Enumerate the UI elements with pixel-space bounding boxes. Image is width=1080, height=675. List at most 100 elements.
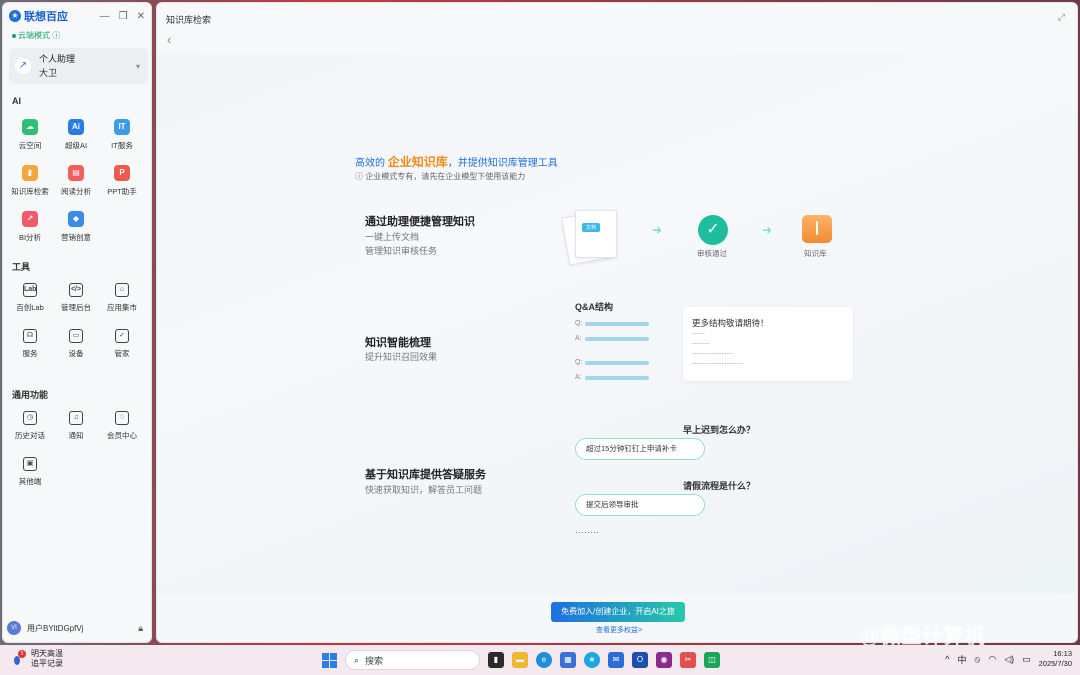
sidebar-item-label: 云空间 [18,141,42,150]
qa-bar [585,361,649,365]
chat-question: 请假流程是什么？ [683,481,756,491]
feature-icon: ☁ [22,119,38,135]
user-bar[interactable]: VI 用户BYltDGpfVj 🔒︎ [7,620,143,636]
feature-icon: ↗ [22,211,38,227]
mode-indicator[interactable]: 云端模式 ⓘ [12,30,60,41]
section-title-tools: 工具 [12,262,31,272]
sidebar-item-4[interactable]: ▭ 设备 [53,329,99,359]
feature-desc-qa-service: 快速获取知识，解答员工问题 [365,485,483,495]
mode-label: 云端模式 [18,31,50,40]
file-explorer-icon[interactable]: ▬ [512,652,528,668]
hero-title: 高效的 企业知识库，并提供知识库管理工具 [355,153,558,170]
clock-date: 2025/7/30 [1038,659,1072,668]
sidebar-item-2[interactable]: IT IT服务 [99,119,145,151]
qa-bar [585,337,649,341]
chevron-up-icon[interactable]: ^ [945,654,949,664]
feature-icon: </> [69,283,83,297]
window-controls: — ❐ ✕ [100,11,145,22]
feature-icon: ▣ [23,457,37,471]
outlook-icon[interactable]: O [632,652,648,668]
sidebar-item-label: 服务 [22,349,38,358]
input-mode-icon[interactable]: ⦸ [974,654,980,665]
feature-title-qa-service: 基于知识库提供答疑服务 [365,469,486,481]
hero-highlight: 企业知识库 [387,155,448,169]
volume-icon[interactable]: ◁) [1004,654,1014,665]
camera-app-icon[interactable]: ◉ [656,652,672,668]
ime-indicator[interactable]: 中 [957,653,966,666]
feature-icon: ⌂ [115,283,129,297]
taskbar-search[interactable]: ⌕ 搜索 [345,650,480,670]
more-structures-text: 更多结构敬请期待！ [692,318,769,328]
feature-icon: P [114,165,130,181]
taskbar-apps: ⌕ 搜索 ▮ ▬ e ▦ ★ ✉ O ◉ ✂ ◫ [322,650,720,670]
edge-browser-icon[interactable]: e [536,652,552,668]
sidebar-item-3[interactable]: ☊ 服务 [7,329,53,359]
chat-answer-bubble: 超过15分钟钉钉上申请补卡 [575,438,705,460]
chat-answer-bubble: 提交后领导审批 [575,494,705,516]
sidebar-item-label: 设备 [68,349,84,358]
snipping-tool-icon[interactable]: ✂ [680,652,696,668]
feature-desc-line: 管理知识审核任务 [365,246,438,256]
sidebar-item-0[interactable]: ◷ 历史对话 [7,411,53,441]
sidebar-item-0[interactable]: Lab 百创Lab [7,283,53,313]
qa-bar [585,322,649,326]
sidebar-item-1[interactable]: </> 管理后台 [53,283,99,313]
document-stack-icon: 文档 [561,210,625,266]
sidebar-item-1[interactable]: ♫ 通知 [53,411,99,441]
arrow-right-icon: ➜ [762,223,773,237]
clock[interactable]: 16:13 2025/7/30 [1039,649,1072,669]
sidebar-item-label: 阅读分析 [61,187,91,196]
sidebar-item-3[interactable]: ▮ 知识库检索 [7,165,53,197]
hero-post: ，并提供知识库管理工具 [447,158,558,169]
task-view-icon[interactable]: ▮ [488,652,504,668]
sidebar-item-5[interactable]: ✓ 管家 [99,329,145,359]
sidebar-item-0[interactable]: ☁ 云空间 [7,119,53,151]
sidebar-item-5[interactable]: P PPT助手 [99,165,145,197]
wechat-icon[interactable]: ◫ [704,652,720,668]
sidebar-item-label: PPT助手 [107,187,137,196]
qa-q-label: Q: [575,320,583,327]
view-more-benefits-link[interactable]: 查看更多权益> [596,625,642,635]
flow-step-approved: 审核通过 [697,249,727,258]
sidebar-item-1[interactable]: Ai 超级AI [53,119,99,151]
feature-desc-organize: 提升知识召回效果 [365,352,438,362]
sidebar-item-2[interactable]: ♢ 会员中心 [99,411,145,441]
sidebar-item-6[interactable]: ↗ BI分析 [7,211,53,243]
mail-icon[interactable]: ✉ [608,652,624,668]
qa-structure-title: Q&A结构 [575,302,613,312]
feature-icon: ▤ [68,165,84,181]
store-icon[interactable]: ▦ [560,652,576,668]
sidebar-item-4[interactable]: ▤ 阅读分析 [53,165,99,197]
search-icon: ⌕ [354,654,360,665]
sidebar-item-7[interactable]: ◆ 营销创意 [53,211,99,243]
section-title-general: 通用功能 [12,390,49,400]
restore-icon[interactable]: ❐ [119,11,128,22]
feature-desc-line: 一键上传文档 [365,232,420,242]
page-title: 知识库检索 [166,15,212,25]
hero-note: ⓘ 企业模式专有，请先在企业模型下使用该能力 [355,171,525,182]
wifi-icon[interactable]: ◠ [988,654,996,665]
minimize-icon[interactable]: — [100,11,110,22]
thermometer-icon: 5 [12,650,26,667]
lenovo-assistant-icon[interactable]: ★ [584,652,600,668]
join-enterprise-button[interactable]: 免费加入/创建企业，开启AI之旅 [551,602,685,622]
expand-icon[interactable]: ⤢ [1058,12,1065,23]
taskbar: 5 明天高温 追平记录 ⌕ 搜索 ▮ ▬ e ▦ ★ ✉ O ◉ ✂ ◫ ^ 中… [0,645,1080,675]
status-dot-icon [12,33,16,38]
sidebar-item-label: 应用集市 [107,303,137,312]
sidebar-item-3[interactable]: ▣ 其他端 [7,457,53,487]
sidebar-item-2[interactable]: ⌂ 应用集市 [99,283,145,313]
sidebar-item-label: 管理后台 [61,303,91,312]
more-structures-card: 更多结构敬请期待！ ········ ··········· ·········… [683,307,853,381]
lock-icon[interactable]: 🔒︎ [138,623,143,634]
sidebar-item-label: 超级AI [64,141,88,150]
back-arrow-icon[interactable]: ‹ [167,32,171,47]
section-title-ai: AI [12,96,21,106]
windows-start-icon[interactable] [322,652,337,668]
assistant-selector[interactable]: ↗ 个人助理 大卫 ▾ [9,48,148,84]
battery-icon[interactable]: ▭ [1022,654,1031,665]
close-icon[interactable]: ✕ [137,11,145,22]
weather-widget[interactable]: 5 明天高温 追平记录 [12,649,63,669]
qa-a-label: A: [575,374,582,381]
sidebar-item-label: 管家 [114,349,130,358]
